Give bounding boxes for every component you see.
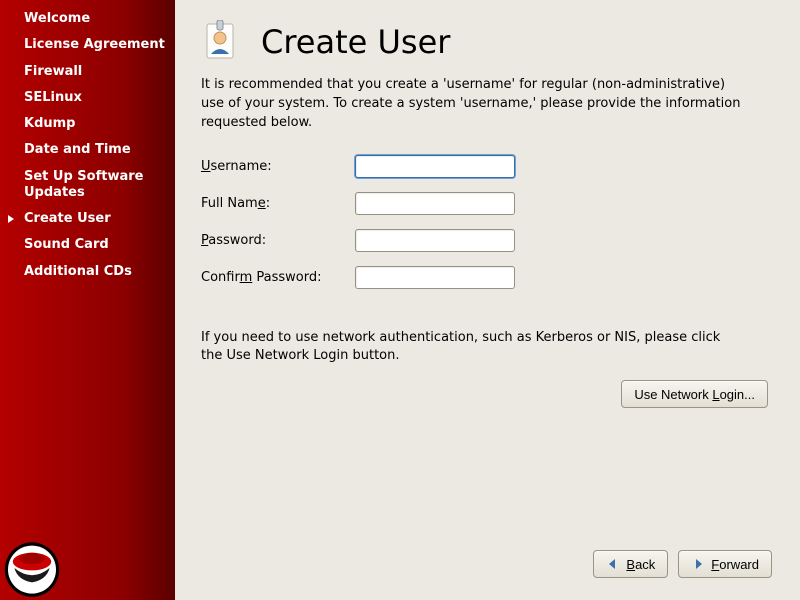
network-login-hint: If you need to use network authenticatio…	[201, 329, 741, 367]
arrow-right-icon	[691, 557, 705, 571]
use-network-login-label: Use Network Login...	[634, 387, 755, 402]
sidebar-item-date-and-time[interactable]: Date and Time	[0, 137, 175, 163]
password-label: Password:	[201, 233, 351, 248]
confirm-password-label: Confirm Password:	[201, 270, 351, 285]
sidebar-item-kdump[interactable]: Kdump	[0, 111, 175, 137]
main-panel: Create User It is recommended that you c…	[175, 0, 800, 600]
forward-button[interactable]: Forward	[678, 550, 772, 578]
sidebar-item-create-user[interactable]: Create User	[0, 206, 175, 232]
redhat-logo-icon	[0, 520, 80, 600]
sidebar-item-selinux[interactable]: SELinux	[0, 85, 175, 111]
password-input[interactable]	[355, 229, 515, 252]
username-label: Username:	[201, 159, 351, 174]
intro-text: It is recommended that you create a 'use…	[201, 76, 741, 133]
username-input[interactable]	[355, 155, 515, 178]
sidebar-item-firewall[interactable]: Firewall	[0, 59, 175, 85]
forward-button-label: Forward	[711, 557, 759, 572]
confirm-password-input[interactable]	[355, 266, 515, 289]
back-button-label: Back	[626, 557, 655, 572]
sidebar-item-license-agreement[interactable]: License Agreement	[0, 32, 175, 58]
footer-buttons: Back Forward	[593, 550, 772, 578]
fullname-label: Full Name:	[201, 196, 351, 211]
use-network-login-button[interactable]: Use Network Login...	[621, 380, 768, 408]
page-title: Create User	[261, 23, 450, 61]
sidebar-item-set-up-software-updates[interactable]: Set Up Software Updates	[0, 164, 175, 207]
sidebar: Welcome License Agreement Firewall SELin…	[0, 0, 175, 600]
create-user-icon	[201, 20, 245, 64]
sidebar-item-sound-card[interactable]: Sound Card	[0, 232, 175, 258]
fullname-input[interactable]	[355, 192, 515, 215]
sidebar-item-welcome[interactable]: Welcome	[0, 6, 175, 32]
back-button[interactable]: Back	[593, 550, 668, 578]
arrow-left-icon	[606, 557, 620, 571]
sidebar-item-additional-cds[interactable]: Additional CDs	[0, 259, 175, 285]
create-user-form: Username: Full Name: Password: Confirm P…	[201, 155, 772, 289]
